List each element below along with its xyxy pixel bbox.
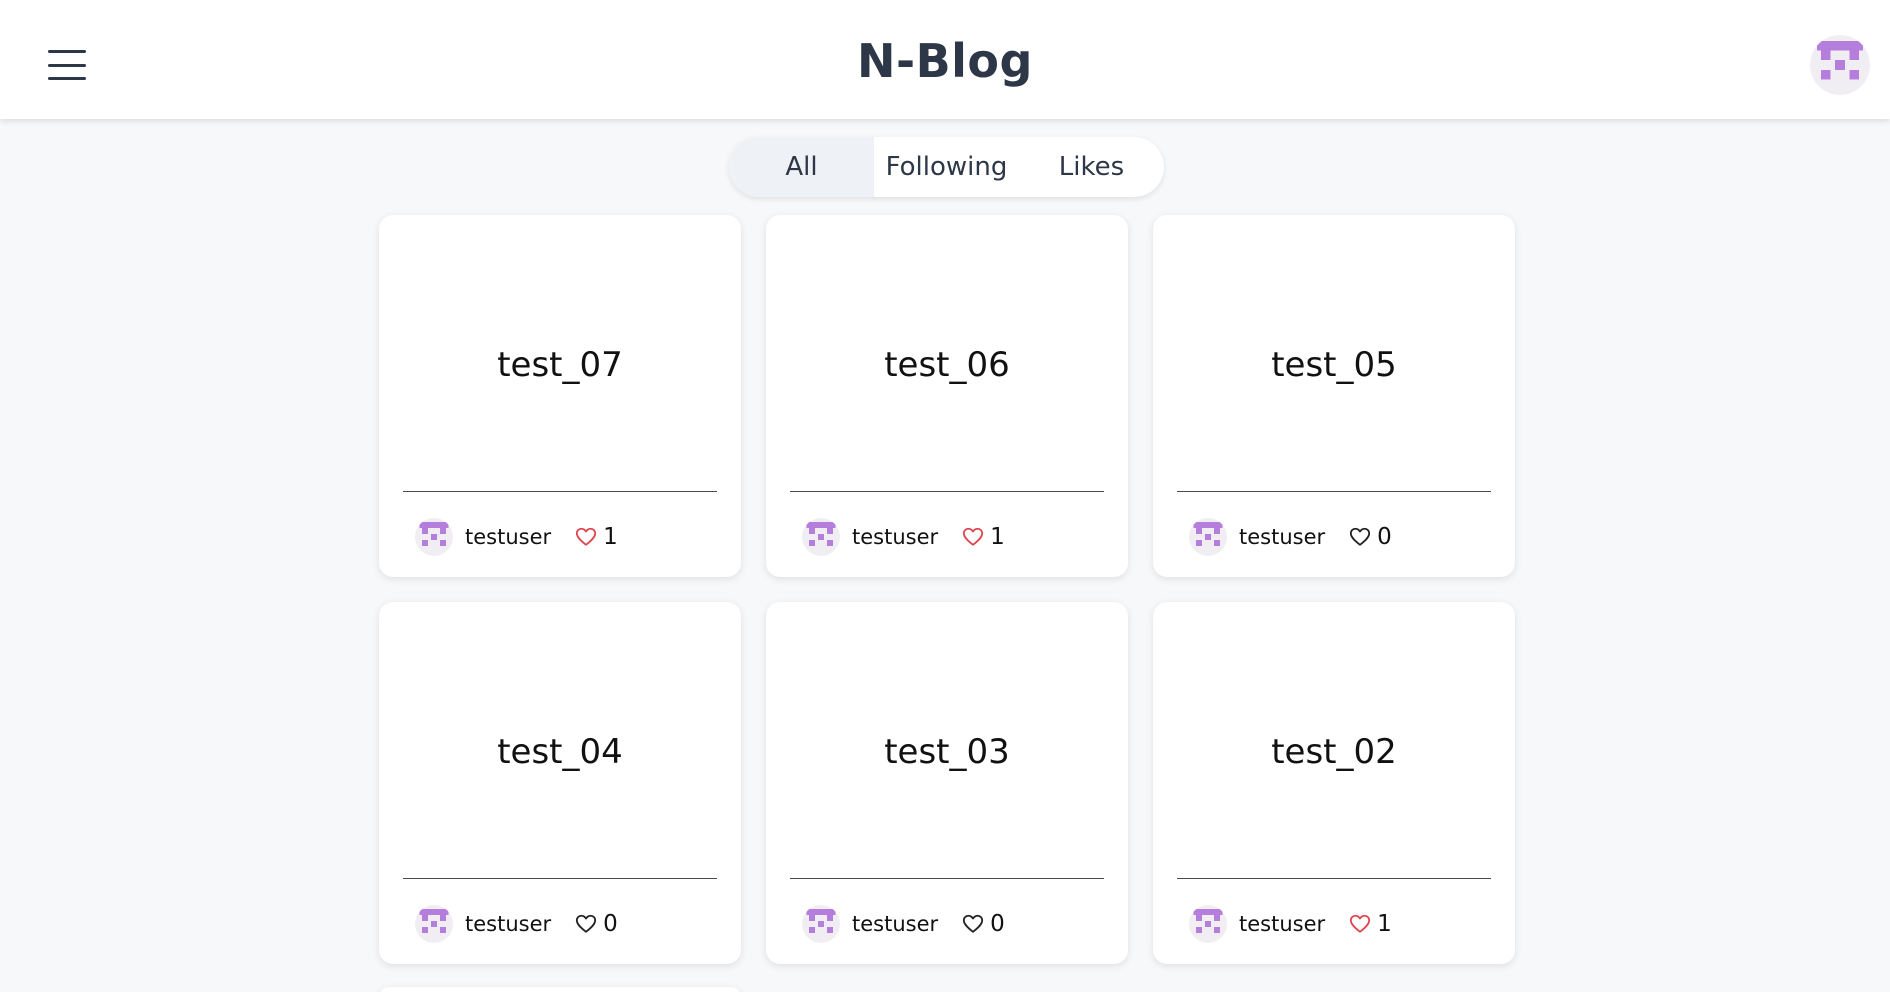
like-button[interactable]: 1 xyxy=(962,524,1005,550)
tab-following[interactable]: Following xyxy=(874,137,1019,197)
author-name[interactable]: testuser xyxy=(465,912,551,936)
author-avatar[interactable] xyxy=(1189,518,1227,556)
like-count: 1 xyxy=(603,524,618,550)
heart-icon xyxy=(963,527,984,546)
divider xyxy=(403,878,717,879)
user-avatar[interactable] xyxy=(1810,35,1870,95)
divider xyxy=(790,878,1104,879)
app-title: N-Blog xyxy=(857,34,1033,88)
post-footer: testuser 0 xyxy=(802,904,1005,944)
like-button[interactable]: 0 xyxy=(962,911,1005,937)
like-button[interactable]: 0 xyxy=(1349,524,1392,550)
post-footer: testuser 1 xyxy=(415,517,618,557)
post-title: test_05 xyxy=(1271,345,1397,385)
post-card[interactable]: test_03 testuser 0 xyxy=(766,602,1128,964)
author-avatar[interactable] xyxy=(1189,905,1227,943)
heart-icon xyxy=(963,914,984,933)
post-card[interactable]: test_04 testuser 0 xyxy=(379,602,741,964)
like-count: 0 xyxy=(990,911,1005,937)
tab-all[interactable]: All xyxy=(729,137,874,197)
author-name[interactable]: testuser xyxy=(852,525,938,549)
divider xyxy=(403,491,717,492)
like-count: 0 xyxy=(1377,524,1392,550)
post-card-partial[interactable] xyxy=(379,987,741,992)
post-footer: testuser 1 xyxy=(802,517,1005,557)
divider xyxy=(1177,878,1491,879)
author-avatar[interactable] xyxy=(415,518,453,556)
heart-icon xyxy=(576,914,597,933)
author-name[interactable]: testuser xyxy=(465,525,551,549)
like-count: 0 xyxy=(603,911,618,937)
identicon-icon xyxy=(1193,521,1223,547)
post-card[interactable]: test_07 testuser 1 xyxy=(379,215,741,577)
post-card[interactable]: test_02 testuser 1 xyxy=(1153,602,1515,964)
tab-likes[interactable]: Likes xyxy=(1019,137,1164,197)
post-grid: test_07 testuser 1 test_06 testuser 1 te… xyxy=(379,215,1516,964)
post-footer: testuser 1 xyxy=(1189,904,1392,944)
post-footer: testuser 0 xyxy=(415,904,618,944)
identicon-icon xyxy=(1817,41,1863,80)
post-title: test_04 xyxy=(497,732,623,772)
heart-icon xyxy=(1350,914,1371,933)
author-avatar[interactable] xyxy=(415,905,453,943)
identicon-icon xyxy=(806,908,836,934)
identicon-icon xyxy=(806,521,836,547)
post-title: test_07 xyxy=(497,345,623,385)
heart-icon xyxy=(576,527,597,546)
post-title: test_02 xyxy=(1271,732,1397,772)
post-title: test_03 xyxy=(884,732,1010,772)
divider xyxy=(1177,491,1491,492)
top-bar: N-Blog xyxy=(0,0,1890,119)
author-avatar[interactable] xyxy=(802,905,840,943)
author-name[interactable]: testuser xyxy=(852,912,938,936)
like-button[interactable]: 0 xyxy=(575,911,618,937)
identicon-icon xyxy=(419,521,449,547)
author-name[interactable]: testuser xyxy=(1239,525,1325,549)
like-count: 1 xyxy=(990,524,1005,550)
post-footer: testuser 0 xyxy=(1189,517,1392,557)
feed-tabs: All Following Likes xyxy=(729,137,1164,197)
identicon-icon xyxy=(1193,908,1223,934)
author-avatar[interactable] xyxy=(802,518,840,556)
like-count: 1 xyxy=(1377,911,1392,937)
identicon-icon xyxy=(419,908,449,934)
like-button[interactable]: 1 xyxy=(575,524,618,550)
author-name[interactable]: testuser xyxy=(1239,912,1325,936)
heart-icon xyxy=(1350,527,1371,546)
divider xyxy=(790,491,1104,492)
like-button[interactable]: 1 xyxy=(1349,911,1392,937)
post-card[interactable]: test_05 testuser 0 xyxy=(1153,215,1515,577)
post-card[interactable]: test_06 testuser 1 xyxy=(766,215,1128,577)
post-title: test_06 xyxy=(884,345,1010,385)
